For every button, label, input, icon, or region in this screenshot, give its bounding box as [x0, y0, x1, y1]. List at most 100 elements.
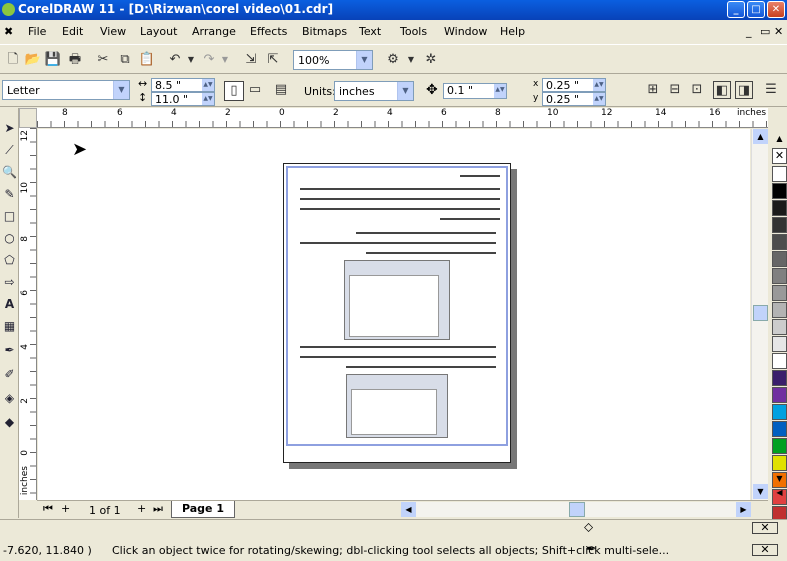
scroll-up-button[interactable]: ▲: [753, 129, 768, 144]
horizontal-scrollbar[interactable]: ◀ ▶: [401, 502, 751, 517]
pick-tool-icon[interactable]: ➤: [1, 118, 18, 138]
palette-scroll-up-icon[interactable]: ▲: [772, 134, 787, 146]
snap-objects-icon[interactable]: ⊡: [688, 81, 706, 99]
units-select[interactable]: inches ▼: [334, 81, 414, 101]
fill-tool-icon[interactable]: ◈: [1, 388, 18, 408]
color-swatch[interactable]: [772, 336, 787, 352]
page-height-field[interactable]: 11.0 " ▲▼: [151, 92, 215, 106]
menu-effects[interactable]: Effects: [250, 25, 287, 38]
color-swatch[interactable]: [772, 404, 787, 420]
maximize-button[interactable]: □: [747, 1, 765, 18]
page-tab[interactable]: Page 1: [171, 501, 235, 518]
scroll-thumb[interactable]: [569, 502, 585, 517]
new-icon[interactable]: 🗋: [4, 51, 22, 69]
menu-edit[interactable]: Edit: [62, 25, 83, 38]
horizontal-ruler[interactable]: 8 6 4 2 0 2 4 6 8 10 12 14 16 inches: [37, 108, 768, 128]
menu-text[interactable]: Text: [359, 25, 381, 38]
zoom-select[interactable]: 100% ▼: [293, 50, 373, 70]
color-swatch[interactable]: [772, 319, 787, 335]
polygon-tool-icon[interactable]: ⬠: [1, 250, 18, 270]
print-icon[interactable]: 🖶: [66, 51, 84, 69]
menu-bitmaps[interactable]: Bitmaps: [302, 25, 347, 38]
menu-help[interactable]: Help: [500, 25, 525, 38]
export-icon[interactable]: ⇱: [264, 51, 282, 69]
duplicate-y-field[interactable]: 0.25 " ▲▼: [542, 92, 606, 106]
redo-dropdown-icon[interactable]: ▼: [216, 51, 234, 69]
ellipse-tool-icon[interactable]: ○: [1, 228, 18, 248]
open-icon[interactable]: 📂: [24, 51, 42, 69]
doc-restore-button[interactable]: ▭: [760, 25, 770, 38]
color-swatch[interactable]: [772, 302, 787, 318]
color-swatch[interactable]: [772, 268, 787, 284]
application-launcher-icon[interactable]: ⚙: [384, 51, 402, 69]
add-page-before-icon[interactable]: +: [61, 502, 70, 515]
nudge-field[interactable]: 0.1 " ▲▼: [443, 83, 507, 99]
close-button[interactable]: ✕: [767, 1, 785, 18]
color-swatch[interactable]: [772, 183, 787, 199]
palette-scroll-down-icon[interactable]: ▼: [772, 474, 787, 486]
launcher-dropdown-icon[interactable]: ▼: [402, 51, 420, 69]
color-swatch[interactable]: [772, 166, 787, 182]
menu-tools[interactable]: Tools: [400, 25, 427, 38]
minimize-button[interactable]: _: [727, 1, 745, 18]
last-page-icon[interactable]: ⏭: [153, 502, 163, 516]
scroll-thumb[interactable]: [753, 305, 768, 321]
menu-window[interactable]: Window: [444, 25, 487, 38]
rectangle-tool-icon[interactable]: □: [1, 206, 18, 226]
draw-property-icon[interactable]: ◨: [735, 81, 753, 99]
color-swatch[interactable]: [772, 455, 787, 471]
interactive-blend-tool-icon[interactable]: ▦: [1, 316, 18, 336]
vertical-ruler[interactable]: 12 10 8 6 4 2 0 inches: [19, 128, 37, 500]
freehand-tool-icon[interactable]: ✎: [1, 184, 18, 204]
zoom-tool-icon[interactable]: 🔍: [1, 162, 18, 182]
color-swatch[interactable]: [772, 438, 787, 454]
landscape-button[interactable]: ▭: [246, 81, 264, 99]
basic-shapes-tool-icon[interactable]: ⇨: [1, 272, 18, 292]
paste-icon[interactable]: 📋: [138, 51, 156, 69]
scroll-down-button[interactable]: ▼: [753, 484, 768, 499]
save-icon[interactable]: 💾: [44, 51, 62, 69]
text-tool-icon[interactable]: A: [1, 294, 18, 314]
scroll-right-button[interactable]: ▶: [736, 502, 751, 517]
outline-tool-icon[interactable]: ✐: [1, 364, 18, 384]
page-width-field[interactable]: 8.5 " ▲▼: [151, 78, 215, 92]
color-swatch[interactable]: [772, 370, 787, 386]
corel-online-icon[interactable]: ✲: [422, 51, 440, 69]
doc-minimize-button[interactable]: _: [746, 25, 752, 38]
treat-as-filled-icon[interactable]: ◧: [713, 81, 731, 99]
page-layout-icon[interactable]: ▤: [272, 81, 290, 99]
color-swatch[interactable]: [772, 353, 787, 369]
menu-arrange[interactable]: Arrange: [192, 25, 236, 38]
paper-type-select[interactable]: Letter ▼: [2, 80, 130, 100]
add-page-after-icon[interactable]: +: [137, 502, 146, 515]
eyedropper-tool-icon[interactable]: ✒: [1, 340, 18, 360]
scroll-left-button[interactable]: ◀: [401, 502, 416, 517]
snap-grid-icon[interactable]: ⊞: [644, 81, 662, 99]
options-icon[interactable]: ☰: [762, 81, 780, 99]
cut-icon[interactable]: ✂: [94, 51, 112, 69]
menu-view[interactable]: View: [100, 25, 126, 38]
palette-expand-icon[interactable]: ◀: [772, 488, 787, 500]
first-page-icon[interactable]: ⏮: [43, 502, 53, 516]
duplicate-x-field[interactable]: 0.25 " ▲▼: [542, 78, 606, 92]
color-swatch[interactable]: [772, 234, 787, 250]
snap-guidelines-icon[interactable]: ⊟: [666, 81, 684, 99]
document-page[interactable]: [283, 163, 511, 463]
color-swatch[interactable]: [772, 200, 787, 216]
undo-dropdown-icon[interactable]: ▼: [182, 51, 200, 69]
doc-close-button[interactable]: ✕: [774, 25, 783, 38]
ruler-origin[interactable]: [19, 108, 37, 128]
color-swatch[interactable]: [772, 387, 787, 403]
copy-icon[interactable]: ⧉: [116, 51, 134, 69]
shape-tool-icon[interactable]: ⟋: [1, 140, 18, 160]
color-swatch[interactable]: [772, 285, 787, 301]
menu-file[interactable]: File: [28, 25, 46, 38]
no-color-swatch[interactable]: ✕: [772, 148, 787, 164]
import-icon[interactable]: ⇲: [242, 51, 260, 69]
interactive-fill-tool-icon[interactable]: ◆: [1, 412, 18, 432]
color-swatch[interactable]: [772, 251, 787, 267]
menu-layout[interactable]: Layout: [140, 25, 177, 38]
portrait-button[interactable]: ▯: [224, 81, 244, 101]
vertical-scrollbar[interactable]: ▲ ▼: [751, 129, 768, 500]
color-swatch[interactable]: [772, 217, 787, 233]
